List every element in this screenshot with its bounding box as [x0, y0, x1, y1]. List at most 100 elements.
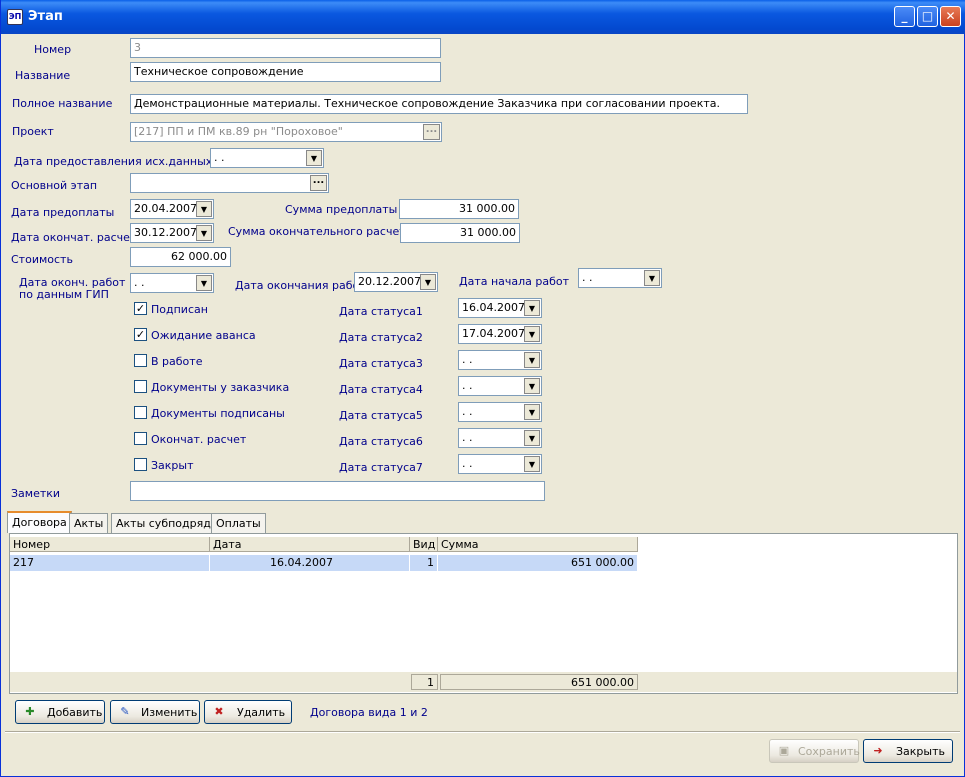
tab-contracts[interactable]: Договора: [7, 511, 72, 533]
delete-icon: ✖: [214, 705, 224, 718]
column-header-number[interactable]: Номер: [10, 537, 210, 552]
status-date-label: Дата статуса5: [339, 409, 423, 422]
close-button[interactable]: ➜ Закрыть: [863, 739, 953, 763]
status-date-picker[interactable]: . . ▼: [458, 350, 542, 370]
maximize-button[interactable]: □: [917, 6, 938, 27]
column-header-sum[interactable]: Сумма: [438, 537, 638, 552]
name-label: Название: [15, 69, 71, 82]
column-header-kind[interactable]: Вид: [410, 537, 438, 552]
chevron-down-icon[interactable]: ▼: [524, 404, 540, 420]
chevron-down-icon[interactable]: ▼: [524, 430, 540, 446]
status-date-picker[interactable]: 17.04.2007 ▼: [458, 324, 542, 344]
main-stage-label: Основной этап: [11, 179, 98, 192]
contracts-panel: Номер Дата Вид Сумма 217 16.04.2007 1 65…: [9, 533, 958, 694]
delete-button-label: Удалить: [237, 706, 286, 719]
main-stage-browse-button[interactable]: ...: [310, 175, 327, 191]
chevron-down-icon[interactable]: ▼: [306, 150, 322, 166]
edit-button-label: Изменить: [141, 706, 198, 719]
chevron-down-icon[interactable]: ▼: [524, 456, 540, 472]
project-field[interactable]: [217] ПП и ПМ кв.89 рн "Пороховое" ...: [130, 122, 442, 142]
main-stage-field[interactable]: ...: [130, 173, 329, 193]
tab-subcontract-acts[interactable]: Акты субподряда: [111, 513, 223, 533]
source-data-date-picker[interactable]: . . ▼: [210, 148, 324, 168]
minimize-button[interactable]: _: [894, 6, 915, 27]
full-name-field[interactable]: Демонстрационные материалы. Техническое …: [130, 94, 748, 114]
chevron-down-icon[interactable]: ▼: [524, 352, 540, 368]
status-label: Закрыт: [151, 459, 194, 472]
status-checkbox[interactable]: [134, 380, 147, 393]
prepay-date-picker[interactable]: 20.04.2007 ▼: [130, 199, 214, 219]
chevron-down-icon[interactable]: ▼: [524, 326, 540, 342]
status-date-value: 17.04.2007: [462, 327, 525, 340]
grid-footer: 1 651 000.00: [10, 672, 957, 692]
status-label: Окончат. расчет: [151, 433, 247, 446]
status-date-picker[interactable]: . . ▼: [458, 376, 542, 396]
source-data-date-value: . .: [214, 151, 225, 164]
notes-field[interactable]: [130, 481, 545, 501]
status-date-value: . .: [462, 431, 473, 444]
status-date-value: . .: [462, 353, 473, 366]
chevron-down-icon[interactable]: ▼: [524, 378, 540, 394]
full-name-label: Полное название: [12, 97, 113, 110]
gip-end-date-value: . .: [134, 276, 145, 289]
status-label: Документы у заказчика: [151, 381, 290, 394]
name-field[interactable]: Техническое сопровождение: [130, 62, 441, 82]
number-field[interactable]: 3: [130, 38, 441, 58]
status-checkbox[interactable]: [134, 354, 147, 367]
edit-button[interactable]: ✎ Изменить: [110, 700, 200, 724]
chevron-down-icon[interactable]: ▼: [524, 300, 540, 316]
close-window-button[interactable]: ✕: [940, 6, 961, 27]
work-start-date-picker[interactable]: . . ▼: [578, 268, 662, 288]
status-checkbox[interactable]: ✓: [134, 328, 147, 341]
status-date-value: 16.04.2007: [462, 301, 525, 314]
final-calc-date-picker[interactable]: 30.12.2007 ▼: [130, 223, 214, 243]
prepay-sum-field[interactable]: 31 000.00: [399, 199, 519, 219]
status-checkbox[interactable]: ✓: [134, 302, 147, 315]
app-icon: ЭП: [7, 9, 23, 25]
column-header-date[interactable]: Дата: [210, 537, 410, 552]
work-end-date-label: Дата окончания работ: [235, 279, 366, 292]
exit-door-icon: ➜: [873, 744, 883, 757]
table-row-cell-number[interactable]: 217: [10, 555, 210, 571]
tab-payments[interactable]: Оплаты: [211, 513, 266, 533]
gip-end-date-picker[interactable]: . . ▼: [130, 273, 214, 293]
tab-acts[interactable]: Акты: [69, 513, 109, 533]
prepay-sum-label: Сумма предоплаты: [285, 203, 398, 216]
chevron-down-icon[interactable]: ▼: [420, 274, 436, 290]
project-browse-button[interactable]: ...: [423, 124, 440, 140]
final-calc-sum-field[interactable]: 31 000.00: [400, 223, 520, 243]
work-end-date-picker[interactable]: 20.12.2007 ▼: [354, 272, 438, 292]
title-bar[interactable]: ЭП Этап _ □ ✕: [1, 0, 965, 34]
divider: [5, 731, 960, 733]
table-row-cell-sum[interactable]: 651 000.00: [438, 555, 638, 571]
chevron-down-icon[interactable]: ▼: [196, 225, 212, 241]
work-end-date-value: 20.12.2007: [358, 275, 421, 288]
status-date-picker[interactable]: . . ▼: [458, 402, 542, 422]
table-row-cell-kind[interactable]: 1: [410, 555, 438, 571]
chevron-down-icon[interactable]: ▼: [196, 201, 212, 217]
status-date-value: . .: [462, 405, 473, 418]
table-row-cell-date[interactable]: 16.04.2007: [210, 555, 410, 571]
save-button[interactable]: ▣ Сохранить: [769, 739, 860, 763]
status-label: Подписан: [151, 303, 208, 316]
final-calc-date-label: Дата окончат. расчета: [11, 231, 144, 244]
edit-icon: ✎: [120, 705, 130, 718]
cost-label: Стоимость: [11, 253, 73, 266]
delete-button[interactable]: ✖ Удалить: [204, 700, 292, 724]
status-label: В работе: [151, 355, 203, 368]
work-start-date-label: Дата начала работ: [459, 275, 570, 288]
status-checkbox[interactable]: [134, 406, 147, 419]
status-label: Ожидание аванса: [151, 329, 256, 342]
status-date-picker[interactable]: 16.04.2007 ▼: [458, 298, 542, 318]
status-checkbox[interactable]: [134, 432, 147, 445]
status-date-picker[interactable]: . . ▼: [458, 428, 542, 448]
status-checkbox[interactable]: [134, 458, 147, 471]
add-button[interactable]: ✚ Добавить: [15, 700, 105, 724]
status-date-value: . .: [462, 457, 473, 470]
final-calc-sum-label: Сумма окончательного расчета: [228, 225, 413, 238]
chevron-down-icon[interactable]: ▼: [196, 275, 212, 291]
add-icon: ✚: [25, 705, 35, 718]
chevron-down-icon[interactable]: ▼: [644, 270, 660, 286]
status-date-picker[interactable]: . . ▼: [458, 454, 542, 474]
cost-field[interactable]: 62 000.00: [130, 247, 231, 267]
